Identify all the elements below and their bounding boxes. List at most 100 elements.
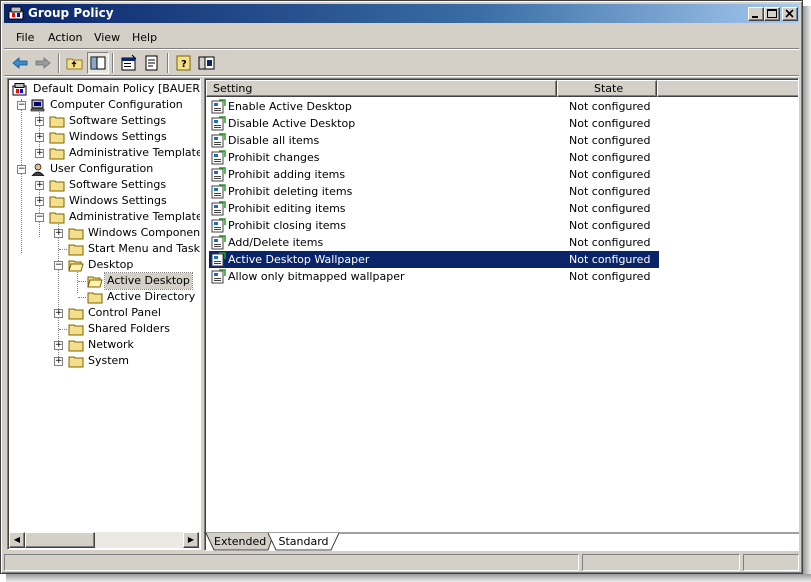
- policy-setting-icon: [211, 218, 226, 233]
- export-list-icon: [145, 55, 158, 71]
- setting-name: Prohibit closing items: [228, 219, 346, 232]
- up-one-level-button[interactable]: [64, 52, 86, 74]
- status-panel-2: [582, 554, 740, 571]
- setting-name: Prohibit adding items: [228, 168, 346, 181]
- expand-icon[interactable]: +: [35, 133, 44, 142]
- tree-item-computer-configuration[interactable]: − Computer Configuration: [8, 97, 200, 113]
- export-list-button[interactable]: [141, 52, 163, 74]
- collapse-icon[interactable]: −: [17, 165, 26, 174]
- status-panel-3: [743, 554, 799, 571]
- computer-icon: [30, 99, 45, 112]
- folder-icon: [49, 132, 65, 144]
- folder-icon: [87, 292, 103, 304]
- column-header-empty[interactable]: [657, 80, 798, 97]
- setting-state: Not configured: [569, 219, 651, 232]
- tree-root-label: Default Domain Policy [BAUER1.ad: [33, 82, 201, 95]
- window-title: Group Policy: [28, 6, 114, 20]
- menu-help[interactable]: Help: [132, 31, 157, 45]
- folder-icon: [68, 356, 84, 368]
- expand-icon[interactable]: +: [35, 197, 44, 206]
- policy-setting-icon: [211, 116, 226, 131]
- setting-state: Not configured: [569, 236, 651, 249]
- view-tabs: Extended Standard: [204, 532, 799, 552]
- list-item[interactable]: Prohibit closing items Not configured: [209, 217, 659, 234]
- expand-icon[interactable]: +: [54, 309, 63, 318]
- status-panel-main: [4, 554, 579, 571]
- minimize-button[interactable]: [748, 7, 764, 21]
- collapse-icon[interactable]: −: [35, 213, 44, 222]
- tab-standard[interactable]: Standard: [276, 534, 331, 551]
- title-bar[interactable]: Group Policy: [4, 4, 799, 23]
- toolbar-separator: [167, 53, 169, 73]
- expand-icon[interactable]: +: [54, 357, 63, 366]
- policy-setting-icon: [211, 167, 226, 182]
- maximize-icon: [767, 9, 777, 18]
- group-policy-icon: [8, 6, 24, 20]
- expand-icon[interactable]: +: [54, 229, 63, 238]
- menu-file[interactable]: File: [16, 31, 34, 45]
- policy-setting-icon: [211, 133, 226, 148]
- list-item[interactable]: Prohibit editing items Not configured: [209, 200, 659, 217]
- tab-extended[interactable]: Extended: [214, 534, 266, 551]
- policy-setting-icon: [211, 252, 226, 267]
- list-item[interactable]: Allow only bitmapped wallpaper Not config…: [209, 268, 659, 285]
- scroll-thumb[interactable]: [25, 532, 95, 548]
- setting-name: Prohibit editing items: [228, 202, 346, 215]
- forward-button[interactable]: [32, 52, 54, 74]
- expand-icon[interactable]: +: [54, 341, 63, 350]
- column-header-state[interactable]: State: [557, 80, 657, 97]
- setting-name: Disable all items: [228, 134, 320, 147]
- setting-state: Not configured: [569, 100, 651, 113]
- help-button[interactable]: ?: [173, 52, 195, 74]
- expand-icon[interactable]: +: [35, 117, 44, 126]
- setting-state: Not configured: [569, 253, 651, 266]
- help-icon: ?: [176, 55, 191, 71]
- toolbar-separator: [112, 53, 114, 73]
- show-hide-tree-button[interactable]: [87, 52, 109, 74]
- scroll-left-button[interactable]: ◀: [9, 532, 25, 548]
- list-item[interactable]: Disable Active Desktop Not configured: [209, 115, 659, 132]
- menu-separator: [4, 48, 799, 50]
- list-item[interactable]: Disable all items Not configured: [209, 132, 659, 149]
- expand-icon[interactable]: +: [35, 181, 44, 190]
- setting-state: Not configured: [569, 270, 651, 283]
- setting-name: Disable Active Desktop: [228, 117, 356, 130]
- setting-name: Allow only bitmapped wallpaper: [228, 270, 405, 283]
- collapse-icon[interactable]: −: [17, 101, 26, 110]
- folder-icon: [49, 148, 65, 160]
- console-button[interactable]: [196, 52, 218, 74]
- policy-icon: [12, 83, 27, 96]
- list-item[interactable]: Add/Delete items Not configured: [209, 234, 659, 251]
- maximize-button[interactable]: [764, 7, 780, 21]
- scroll-right-button[interactable]: ▶: [183, 532, 199, 548]
- column-header-setting[interactable]: Setting: [206, 80, 557, 97]
- setting-name: Add/Delete items: [228, 236, 324, 249]
- settings-list[interactable]: Setting State Enable Active Desktop Not c…: [204, 78, 799, 551]
- folder-icon: [68, 244, 84, 256]
- properties-button[interactable]: [118, 52, 140, 74]
- menu-action[interactable]: Action: [48, 31, 82, 45]
- list-item[interactable]: Enable Active Desktop Not configured: [209, 98, 659, 115]
- forward-icon: [35, 57, 51, 69]
- list-item[interactable]: Prohibit adding items Not configured: [209, 166, 659, 183]
- status-bar: [4, 553, 799, 572]
- collapse-icon[interactable]: −: [54, 261, 63, 270]
- list-item[interactable]: Active Desktop Wallpaper Not configured: [209, 251, 659, 268]
- properties-icon: [121, 54, 137, 71]
- close-button[interactable]: [782, 7, 798, 21]
- policy-setting-icon: [211, 269, 226, 284]
- console-tree[interactable]: Default Domain Policy [BAUER1.ad − Compu…: [7, 78, 201, 550]
- folder-icon: [49, 196, 65, 208]
- tree-horizontal-scrollbar[interactable]: ◀ ▶: [9, 532, 199, 548]
- expand-icon[interactable]: +: [35, 149, 44, 158]
- setting-state: Not configured: [569, 117, 651, 130]
- policy-setting-icon: [211, 150, 226, 165]
- list-item[interactable]: Prohibit deleting items Not configured: [209, 183, 659, 200]
- back-button[interactable]: [9, 52, 31, 74]
- toolbar-separator: [58, 53, 60, 73]
- menu-view[interactable]: View: [94, 31, 120, 45]
- list-item[interactable]: Prohibit changes Not configured: [209, 149, 659, 166]
- close-icon: [785, 9, 794, 18]
- setting-name: Active Desktop Wallpaper: [228, 253, 370, 266]
- policy-setting-icon: [211, 201, 226, 216]
